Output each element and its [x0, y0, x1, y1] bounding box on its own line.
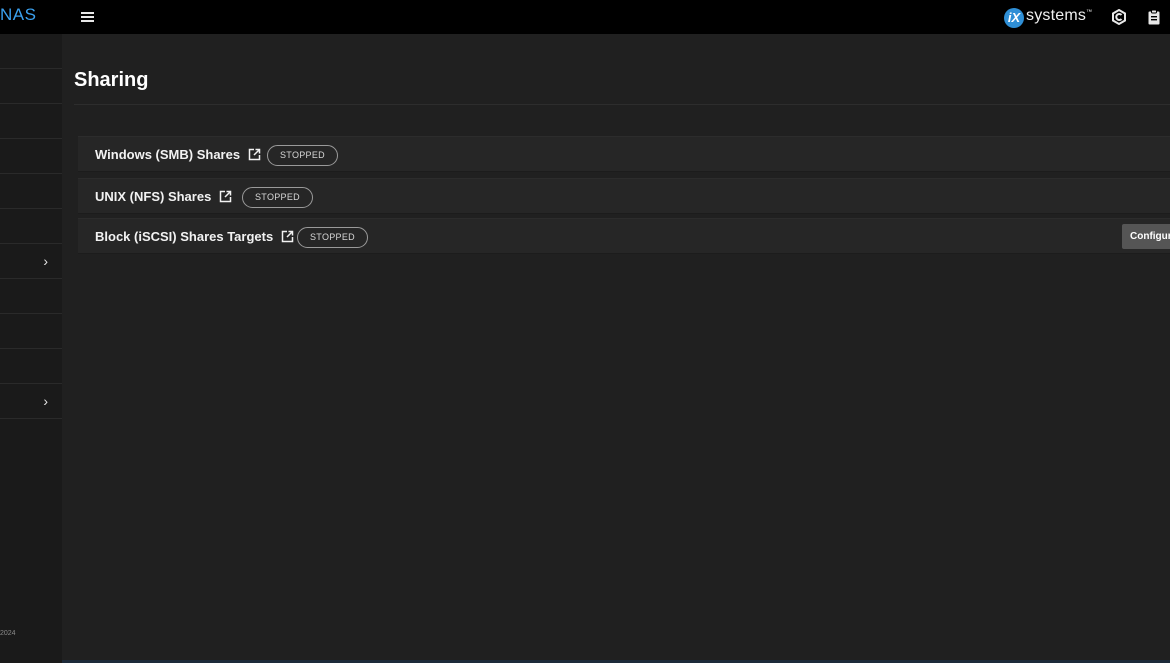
main-content: Sharing Windows (SMB) Shares STOPPED UNI…	[62, 34, 1170, 663]
share-row-iscsi: Block (iSCSI) Shares Targets STOPPED Con…	[78, 218, 1170, 254]
status-badge: STOPPED	[297, 227, 368, 248]
clipboard-icon[interactable]	[1146, 9, 1162, 25]
open-in-new-icon[interactable]	[219, 190, 232, 203]
status-badge: STOPPED	[267, 145, 338, 166]
open-in-new-icon[interactable]	[281, 230, 294, 243]
page-title: Sharing	[74, 69, 149, 91]
sidebar-item[interactable]	[0, 69, 62, 104]
ixsystems-logo[interactable]: iX systems™	[1004, 7, 1093, 29]
share-row-nfs: UNIX (NFS) Shares STOPPED	[78, 178, 1170, 214]
divider	[74, 104, 1170, 105]
sidebar-item[interactable]	[0, 34, 62, 69]
sidebar-item[interactable]	[0, 139, 62, 174]
truecommand-icon[interactable]	[1111, 8, 1127, 26]
share-title-iscsi[interactable]: Block (iSCSI) Shares Targets	[95, 229, 294, 244]
open-in-new-icon[interactable]	[248, 148, 261, 161]
share-label: Windows (SMB) Shares	[95, 147, 241, 162]
ix-wordmark: systems™	[1026, 7, 1093, 24]
ix-wordmark-text: systems	[1026, 7, 1087, 24]
sidebar-item[interactable]	[0, 104, 62, 139]
configure-button[interactable]: Configure	[1122, 224, 1170, 249]
sidebar-footer-copyright: 2024	[0, 630, 16, 637]
top-bar: NAS iX systems™	[0, 0, 1170, 34]
menu-icon[interactable]	[80, 10, 96, 24]
share-label: Block (iSCSI) Shares Targets	[95, 229, 274, 244]
sidebar-item-expandable[interactable]: ›	[0, 244, 62, 279]
chevron-right-icon: ›	[43, 253, 48, 269]
share-title-smb[interactable]: Windows (SMB) Shares	[95, 147, 261, 162]
sidebar-item[interactable]	[0, 349, 62, 384]
sidebar-item[interactable]	[0, 209, 62, 244]
sidebar-item[interactable]	[0, 174, 62, 209]
chevron-right-icon: ›	[43, 393, 48, 409]
ix-badge: iX	[1004, 8, 1024, 28]
sidebar: › › 2024	[0, 34, 62, 663]
sidebar-item-expandable[interactable]: ›	[0, 384, 62, 419]
app-logo[interactable]: NAS	[0, 5, 36, 25]
share-label: UNIX (NFS) Shares	[95, 189, 212, 204]
share-row-smb: Windows (SMB) Shares STOPPED	[78, 136, 1170, 172]
sidebar-item[interactable]	[0, 314, 62, 349]
status-badge: STOPPED	[242, 187, 313, 208]
share-title-nfs[interactable]: UNIX (NFS) Shares	[95, 189, 232, 204]
sidebar-item[interactable]	[0, 279, 62, 314]
